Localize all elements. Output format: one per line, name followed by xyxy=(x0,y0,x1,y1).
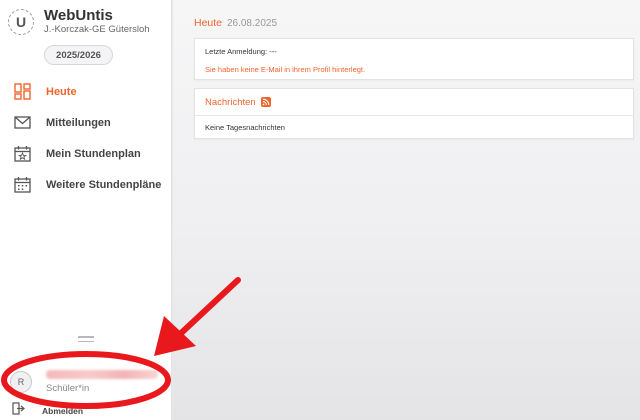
avatar: R xyxy=(10,371,32,393)
sidebar-item-heute[interactable]: Heute xyxy=(0,76,172,107)
last-login-text: Letzte Anmeldung: --- xyxy=(205,47,277,56)
webuntis-logo-icon: U xyxy=(8,8,34,35)
logout-label: Abmelden xyxy=(42,406,84,416)
sidebar-item-label: Weitere Stundenpläne xyxy=(46,178,162,191)
dashboard-icon xyxy=(13,83,31,101)
rss-icon[interactable] xyxy=(260,97,271,107)
calendar-grid-icon xyxy=(13,176,31,194)
news-card: Nachrichten Keine Tagesnachrichten xyxy=(194,88,634,139)
user-info: Schüler*in xyxy=(46,370,158,394)
sidebar-item-mitteilungen[interactable]: Mitteilungen xyxy=(0,107,172,138)
login-info-card: Letzte Anmeldung: --- Sie haben keine E-… xyxy=(194,38,634,80)
sidebar-item-label: Heute xyxy=(46,85,77,98)
school-year-selector[interactable]: 2025/2026 xyxy=(44,45,113,65)
email-warning-link[interactable]: Sie haben keine E-Mail in ihrem Profil h… xyxy=(205,65,623,74)
news-title: Nachrichten xyxy=(205,96,256,108)
news-header: Nachrichten xyxy=(195,89,633,116)
user-profile[interactable]: R Schüler*in xyxy=(0,362,172,402)
school-name: J.-Korczak-GE Gütersloh xyxy=(44,24,150,35)
mail-icon xyxy=(13,114,31,132)
user-name-redacted xyxy=(46,370,158,379)
logout-button[interactable]: Abmelden xyxy=(12,402,83,420)
sidebar-resize-handle[interactable] xyxy=(78,336,94,345)
page-title: Heute 26.08.2025 xyxy=(194,17,277,29)
sidebar-item-label: Mein Stundenplan xyxy=(46,147,141,160)
user-role: Schüler*in xyxy=(46,383,90,394)
page-title-text: Heute xyxy=(194,17,223,29)
brand: WebUntis J.-Korczak-GE Gütersloh xyxy=(44,7,150,36)
news-empty-text: Keine Tagesnachrichten xyxy=(205,123,285,132)
app-header[interactable]: U WebUntis J.-Korczak-GE Gütersloh xyxy=(8,7,150,36)
sidebar-item-weitere-stundenplaene[interactable]: Weitere Stundenpläne xyxy=(0,169,172,200)
app-title: WebUntis xyxy=(44,7,113,24)
calendar-star-icon xyxy=(13,145,31,163)
sidebar-item-label: Mitteilungen xyxy=(46,116,111,129)
main-content: Heute 26.08.2025 Letzte Anmeldung: --- S… xyxy=(173,0,640,420)
logout-icon xyxy=(12,402,26,420)
sidebar-item-mein-stundenplan[interactable]: Mein Stundenplan xyxy=(0,138,172,169)
sidebar-nav: Heute Mitteilungen Mein Stundenplan Weit… xyxy=(0,76,172,200)
page-date: 26.08.2025 xyxy=(226,18,278,29)
sidebar: U WebUntis J.-Korczak-GE Gütersloh 2025/… xyxy=(0,0,172,420)
